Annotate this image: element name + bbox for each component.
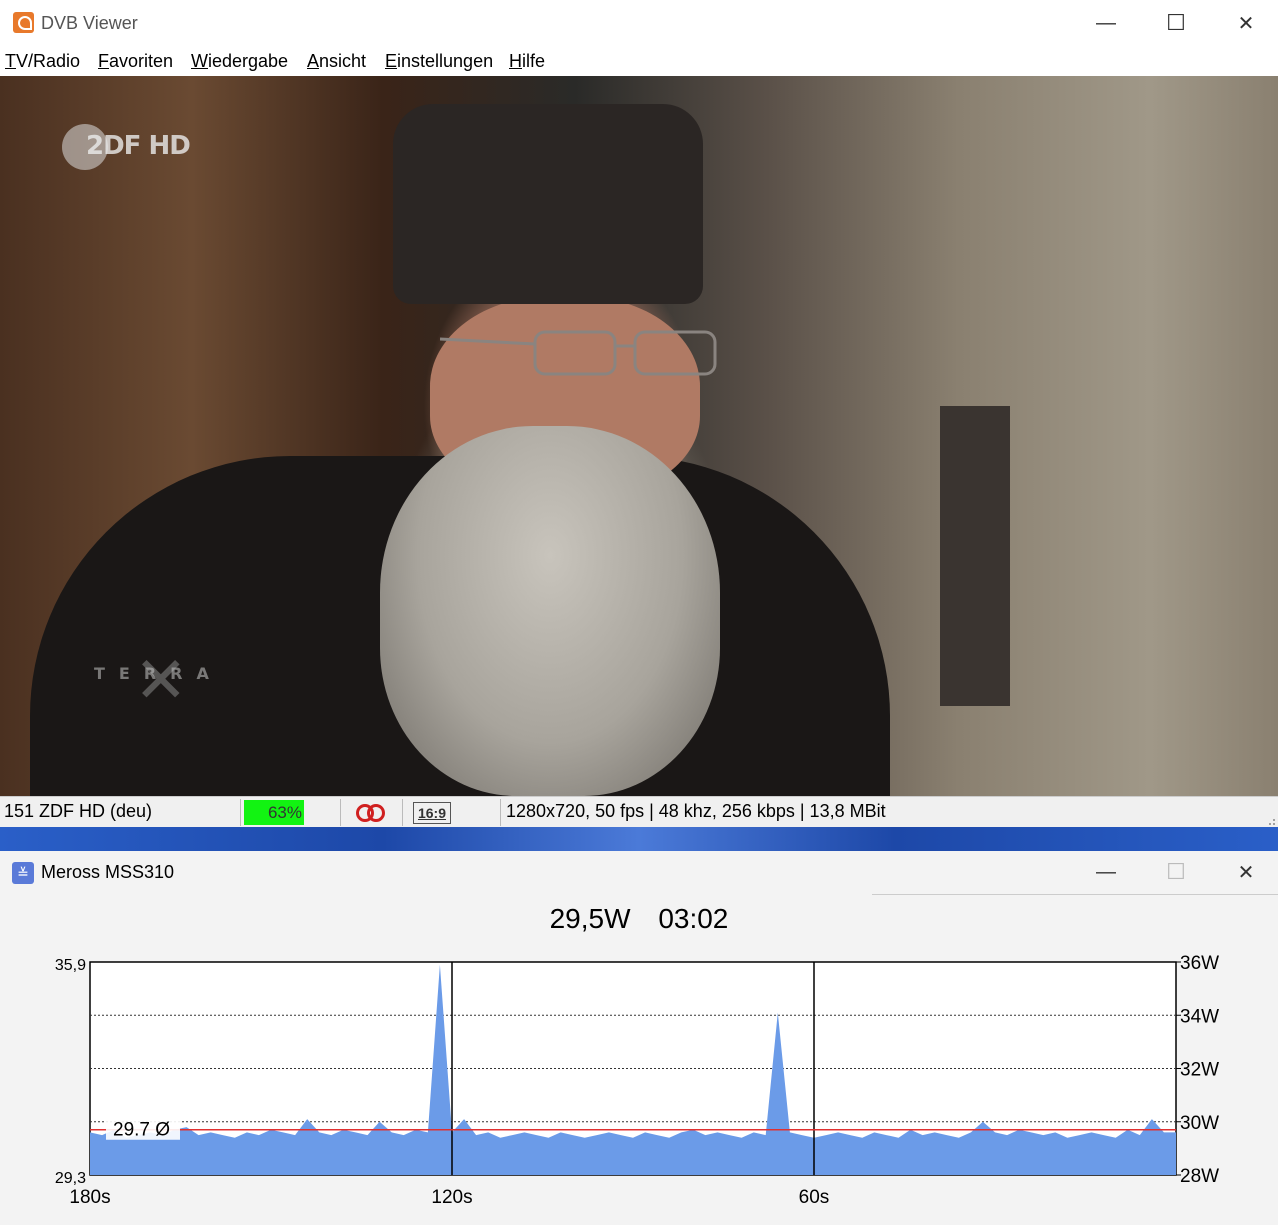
y-tick-label-right: 34W (1180, 1006, 1219, 1027)
channel-logo-text: 2DF HD (86, 131, 191, 161)
window-title: DVB Viewer (41, 13, 138, 33)
close-button[interactable]: ✕ (1211, 0, 1278, 46)
menu-label: ilfe (522, 51, 546, 71)
menu-bar: TV/Radio Favoriten Wiedergabe Ansicht Ei… (0, 46, 1278, 76)
status-divider (340, 799, 341, 826)
status-divider (500, 799, 501, 826)
meross-maximize-button: ☐ (1166, 859, 1186, 884)
menu-favoriten[interactable]: Favoriten (98, 51, 173, 72)
menu-tv-radio[interactable]: TV/Radio (5, 51, 80, 72)
menu-label: instellungen (397, 51, 494, 71)
resize-grip-icon[interactable] (1266, 816, 1276, 826)
dvb-viewer-app-icon (13, 12, 34, 33)
menu-accel: T (5, 51, 16, 71)
y-tick-label-right: 36W (1180, 953, 1219, 974)
channel-logo: 2DF HD (62, 124, 192, 170)
menu-einstellungen[interactable]: Einstellungen (385, 51, 493, 72)
stream-info: 1280x720, 50 fps | 48 khz, 256 kbps | 13… (506, 801, 886, 821)
video-background-door (940, 406, 1010, 706)
menu-hilfe[interactable]: Hilfe (509, 51, 545, 72)
terra-watermark: ✕ TERRA (94, 644, 223, 718)
minimize-button[interactable]: — (1071, 0, 1141, 46)
menu-wiedergabe[interactable]: Wiedergabe (191, 51, 288, 72)
title-divider (872, 894, 1278, 895)
y-tick-label-right: 30W (1180, 1113, 1219, 1134)
menu-accel: A (307, 51, 320, 71)
elapsed-time: 03:02 (658, 903, 729, 934)
x-tick-label: 120s (431, 1187, 472, 1208)
signal-strength-text: 63% (267, 803, 302, 822)
status-bar: 151 ZDF HD (deu) 63% 16:9 1280x720, 50 f… (0, 796, 1278, 828)
menu-accel: W (191, 51, 208, 71)
menu-label: avoriten (109, 51, 174, 71)
x-tick-label: 60s (799, 1187, 830, 1208)
meross-minimize-button[interactable]: — (1071, 851, 1141, 893)
meross-title-bar[interactable]: ≚ Meross MSS310 — ☐ ✕ (0, 851, 1278, 893)
menu-accel: F (98, 51, 109, 71)
y-max-label: 35,9 (55, 957, 86, 974)
meross-app-icon: ≚ (12, 862, 34, 884)
meross-window: ≚ Meross MSS310 — ☐ ✕ 29,5W 03:02 36W 34W… (0, 851, 1278, 1225)
video-subject-beard (380, 426, 720, 796)
menu-label: V/Radio (16, 51, 81, 71)
average-label: 29.7 Ø (113, 1120, 170, 1141)
status-divider (240, 799, 241, 826)
y-tick-label-right: 32W (1180, 1060, 1219, 1081)
video-subject-glasses (440, 330, 717, 376)
video-subject-hat (393, 104, 703, 304)
dolby-audio-icon[interactable] (355, 803, 387, 823)
signal-strength-bar: 63% (244, 800, 304, 825)
status-divider (402, 799, 403, 826)
title-bar[interactable]: DVB Viewer — ☐ ✕ (0, 0, 1278, 46)
meross-window-title: Meross MSS310 (41, 862, 175, 882)
power-chart: 36W 34W 32W 30W 28W 29.7 Ø 35,9 29,3180s 120s 60s (55, 953, 1219, 1208)
channel-name[interactable]: 151 ZDF HD (deu) (4, 801, 152, 822)
x-tick-label: 180s (69, 1187, 110, 1208)
current-power: 29,5W (549, 903, 631, 934)
terra-x-mark: ✕ (134, 644, 188, 718)
y-tick-label-right: 28W (1180, 1166, 1219, 1187)
meross-close-button[interactable]: ✕ (1211, 851, 1278, 893)
aspect-ratio-button[interactable]: 16:9 (413, 802, 451, 824)
desktop-wallpaper (0, 827, 1278, 851)
menu-accel: H (509, 51, 522, 71)
video-display[interactable]: 2DF HD ✕ TERRA (0, 76, 1278, 796)
y-min-label: 29,3 (55, 1170, 86, 1187)
menu-label: nsicht (319, 51, 367, 71)
menu-accel: E (385, 51, 398, 71)
power-readout: 29,5W 03:02 (0, 903, 1278, 935)
menu-label: iedergabe (208, 51, 289, 71)
menu-ansicht[interactable]: Ansicht (307, 51, 366, 72)
maximize-button[interactable]: ☐ (1141, 0, 1211, 46)
dvb-viewer-window: DVB Viewer — ☐ ✕ TV/Radio Favoriten Wied… (0, 0, 1278, 828)
